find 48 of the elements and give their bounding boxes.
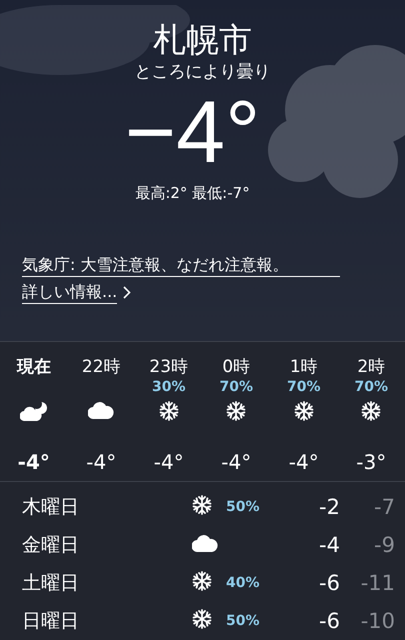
- high-low-temperature: 最高:2° 最低:-7°: [135, 183, 250, 204]
- snowflake-icon: [158, 400, 179, 421]
- hour-temperature: -3°: [356, 450, 386, 474]
- weather-condition: ところにより曇り: [134, 61, 270, 84]
- day-name: 土曜日: [22, 571, 80, 596]
- precipitation-chance: 50%: [225, 613, 261, 629]
- hour-label: 23時: [149, 356, 188, 378]
- high-temperature: -6: [318, 571, 340, 595]
- precipitation-chance: 70%: [354, 378, 388, 396]
- snowflake-icon: [192, 495, 212, 515]
- snowflake-icon: [192, 571, 212, 591]
- high-temperature: -4: [318, 533, 340, 557]
- low-temperature: -11: [360, 571, 395, 595]
- snowflake-icon: [226, 400, 246, 421]
- precipitation-chance: 70%: [219, 378, 253, 396]
- city-name: 札幌市: [153, 20, 252, 60]
- day-name: 日曜日: [22, 609, 80, 634]
- day-name: 木曜日: [22, 495, 80, 520]
- hour-temperature: -4°: [154, 450, 184, 474]
- low-temperature: -9: [373, 533, 395, 557]
- day-name: 金曜日: [22, 533, 80, 558]
- current-temperature: −4°: [124, 82, 260, 182]
- hour-label: 0時: [222, 356, 250, 378]
- cloud-icon: [88, 402, 114, 420]
- more-info-link[interactable]: 詳しい情報...: [22, 281, 118, 304]
- chevron-right-icon: [123, 286, 132, 299]
- precipitation-chance: 70%: [286, 378, 320, 396]
- cloud-icon: [192, 534, 218, 552]
- precipitation-chance: 40%: [225, 575, 261, 591]
- hour-label: 1時: [290, 356, 318, 378]
- precipitation-chance: 30%: [152, 378, 186, 396]
- hour-temperature: -4°: [288, 450, 319, 474]
- hour-temperature: -4°: [18, 450, 50, 474]
- hour-label: 2時: [357, 356, 386, 378]
- low-temperature: -7: [373, 495, 395, 519]
- snowflake-icon: [361, 400, 382, 421]
- low-temperature: -10: [360, 609, 395, 633]
- high-temperature: -6: [318, 609, 340, 633]
- precipitation-chance: 50%: [225, 499, 261, 515]
- hour-label: 現在: [16, 356, 51, 378]
- hour-label: 22時: [82, 356, 121, 378]
- moon-cloud-icon: [20, 400, 48, 421]
- hour-temperature: -4°: [86, 450, 116, 474]
- high-temperature: -2: [318, 495, 340, 519]
- weather-alert-text: 気象庁: 大雪注意報、なだれ注意報。: [22, 254, 340, 277]
- hour-temperature: -4°: [221, 450, 252, 474]
- snowflake-icon: [192, 609, 212, 629]
- snowflake-icon: [294, 400, 314, 421]
